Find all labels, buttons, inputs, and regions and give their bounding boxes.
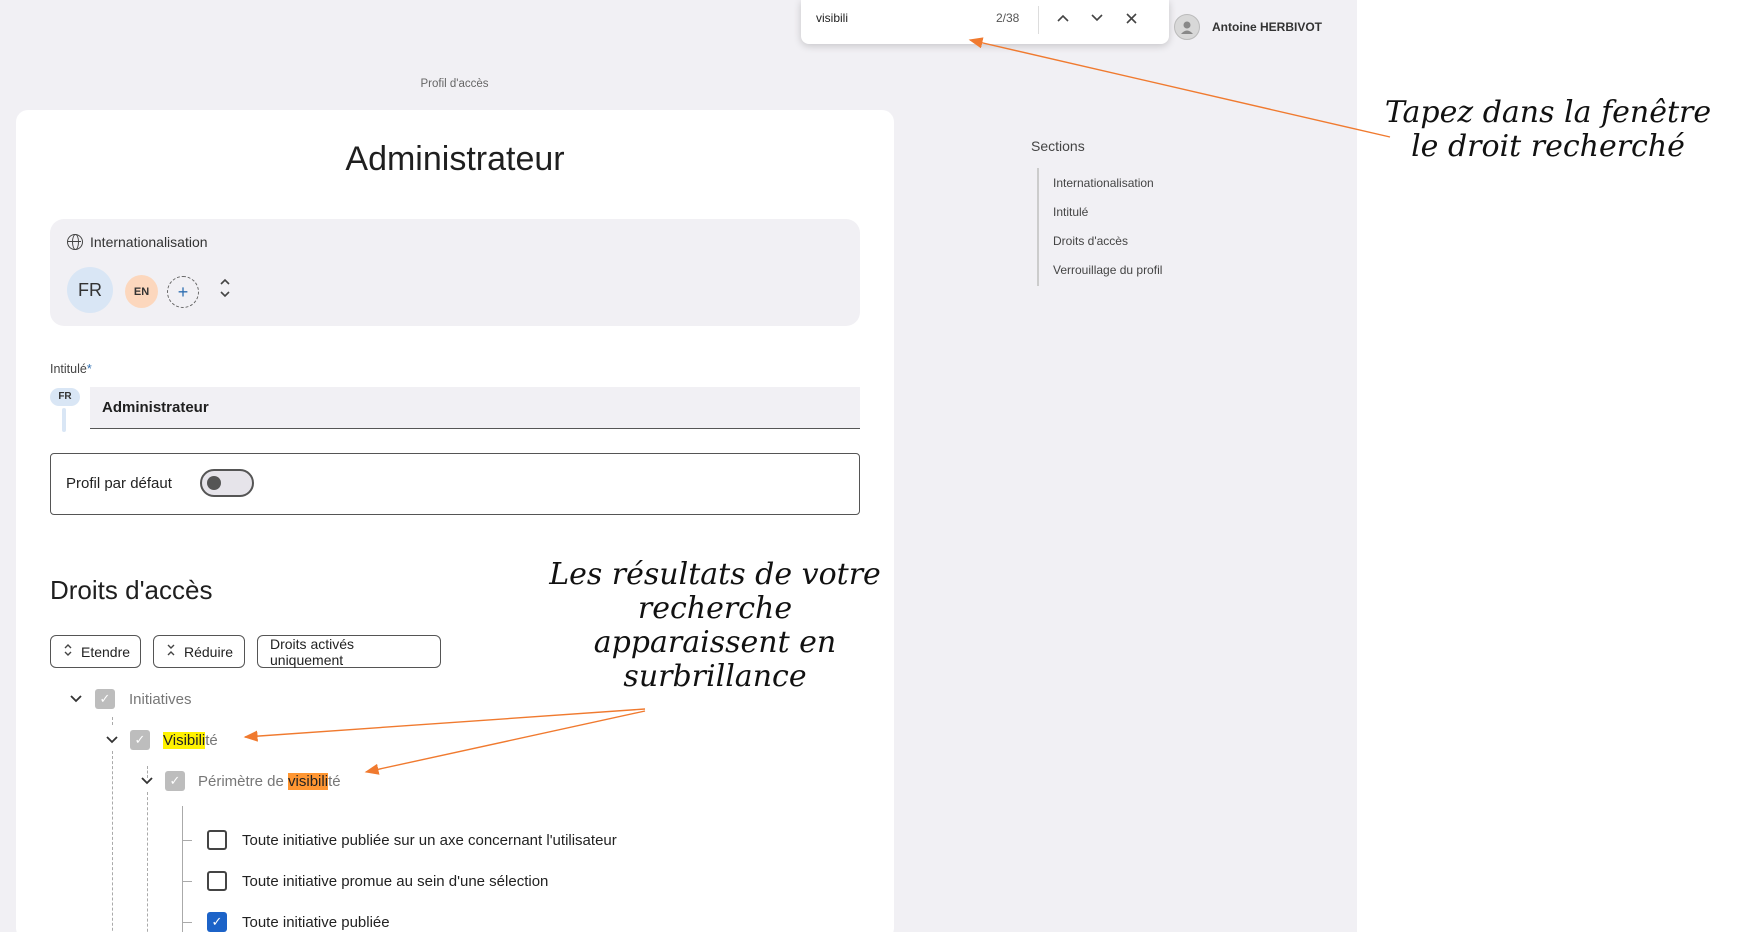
sort-languages-icon[interactable] — [218, 276, 232, 306]
tree-label-prefix: Périmètre de — [198, 772, 289, 790]
app-window: visibili 2/38 Antoine HERBIVOT Profil d'… — [0, 0, 1357, 932]
tree-leaf: Toute initiative promue au sein d'une sé… — [207, 871, 548, 891]
chevron-down-icon[interactable] — [104, 732, 120, 748]
tree-connector — [147, 792, 148, 932]
collapse-icon — [166, 642, 176, 661]
search-highlight-current: visibili — [288, 772, 329, 790]
globe-icon — [67, 234, 83, 250]
tree-leaf-label: Toute initiative promue au sein d'une sé… — [242, 872, 549, 890]
leaf-checkbox[interactable] — [207, 830, 227, 850]
active-only-button[interactable]: Droits activés uniquement — [257, 635, 441, 668]
tree-connector — [112, 717, 113, 725]
sections-title: Sections — [1031, 138, 1085, 154]
tree-label-rest: té — [205, 731, 218, 749]
droits-title: Droits d'accès — [50, 575, 213, 605]
chevron-down-icon[interactable] — [1085, 8, 1109, 28]
required-mark: * — [86, 362, 92, 376]
expand-button[interactable]: Etendre — [50, 635, 141, 668]
avatar — [1174, 14, 1200, 40]
tree-connector — [182, 806, 183, 932]
expand-icon — [63, 642, 73, 661]
tree-leaf: ✓ Toute initiative publiée — [207, 912, 390, 932]
tree-leaf: Toute initiative publiée sur un axe conc… — [207, 830, 617, 850]
section-link-verrouillage[interactable]: Verrouillage du profil — [1053, 263, 1162, 277]
collapse-button[interactable]: Réduire — [153, 635, 245, 668]
find-match-count: 2/38 — [996, 11, 1020, 25]
check-icon[interactable]: ✓ — [207, 912, 227, 932]
chevron-down-icon[interactable] — [68, 691, 84, 707]
find-bar: visibili 2/38 — [801, 0, 1169, 44]
check-icon[interactable]: ✓ — [165, 771, 185, 791]
sections-bar — [1037, 168, 1039, 286]
tree-label-perimetre: Périmètre de visibilité — [198, 772, 341, 790]
internationalisation-panel: Internationalisation FR EN + — [50, 219, 860, 326]
section-link-droits[interactable]: Droits d'accès — [1053, 234, 1128, 248]
tree-node-initiatives: ✓ Initiatives — [68, 689, 192, 709]
default-profile-toggle[interactable] — [200, 469, 254, 497]
tree-leaf-label: Toute initiative publiée sur un axe conc… — [242, 831, 617, 849]
callout-highlight-hint: Les résultats de votre recherche apparai… — [549, 557, 881, 694]
breadcrumb[interactable]: Profil d'accès — [0, 78, 909, 90]
intitule-lang-badge: FR — [50, 388, 80, 406]
callout-search-hint: Tapez dans la fenêtre le droit recherché — [1384, 95, 1712, 164]
intitule-input[interactable] — [90, 387, 860, 429]
intitule-label-text: Intitulé — [50, 362, 87, 376]
default-profile-field: Profil par défaut — [50, 453, 860, 515]
default-profile-label: Profil par défaut — [66, 475, 172, 492]
section-link-intitule[interactable]: Intitulé — [1053, 205, 1088, 219]
active-only-label: Droits activés uniquement — [270, 635, 355, 668]
tree-connector — [182, 922, 192, 923]
chevron-down-icon[interactable] — [139, 773, 155, 789]
page-title: Administrateur — [345, 140, 565, 178]
collapse-label: Réduire — [184, 643, 234, 660]
internationalisation-header: Internationalisation — [67, 234, 208, 250]
find-input[interactable]: visibili — [816, 11, 848, 25]
tree-node-perimetre: ✓ Périmètre de visibilité — [139, 771, 341, 791]
internationalisation-title: Internationalisation — [90, 234, 208, 250]
tree-leaf-label: Toute initiative publiée — [242, 913, 390, 931]
check-icon[interactable]: ✓ — [95, 689, 115, 709]
profile-card: Administrateur Internationalisation FR E… — [16, 110, 894, 932]
tree-label-initiatives: Initiatives — [129, 690, 192, 708]
leaf-checkbox[interactable] — [207, 871, 227, 891]
find-separator — [1038, 6, 1039, 34]
expand-label: Etendre — [81, 643, 131, 660]
tree-label-visibilite: Visibilité — [163, 731, 218, 749]
tree-label-rest: té — [328, 772, 341, 790]
close-icon[interactable] — [1119, 8, 1143, 28]
tree-connector — [182, 881, 192, 882]
search-highlight: Visibili — [163, 731, 206, 749]
tree-connector — [182, 840, 192, 841]
check-icon[interactable]: ✓ — [130, 730, 150, 750]
user-menu[interactable]: Antoine HERBIVOT — [1174, 14, 1322, 40]
lang-en-button[interactable]: EN — [125, 275, 158, 308]
lang-indicator-bar — [62, 408, 66, 432]
lang-fr-button[interactable]: FR — [67, 267, 113, 313]
add-language-button[interactable]: + — [167, 276, 199, 308]
tree-node-visibilite: ✓ Visibilité — [104, 730, 218, 750]
user-name: Antoine HERBIVOT — [1212, 20, 1322, 34]
chevron-up-icon[interactable] — [1051, 8, 1075, 28]
tree-connector — [112, 751, 113, 932]
section-link-internationalisation[interactable]: Internationalisation — [1053, 176, 1154, 190]
intitule-label: Intitulé* — [50, 362, 92, 376]
